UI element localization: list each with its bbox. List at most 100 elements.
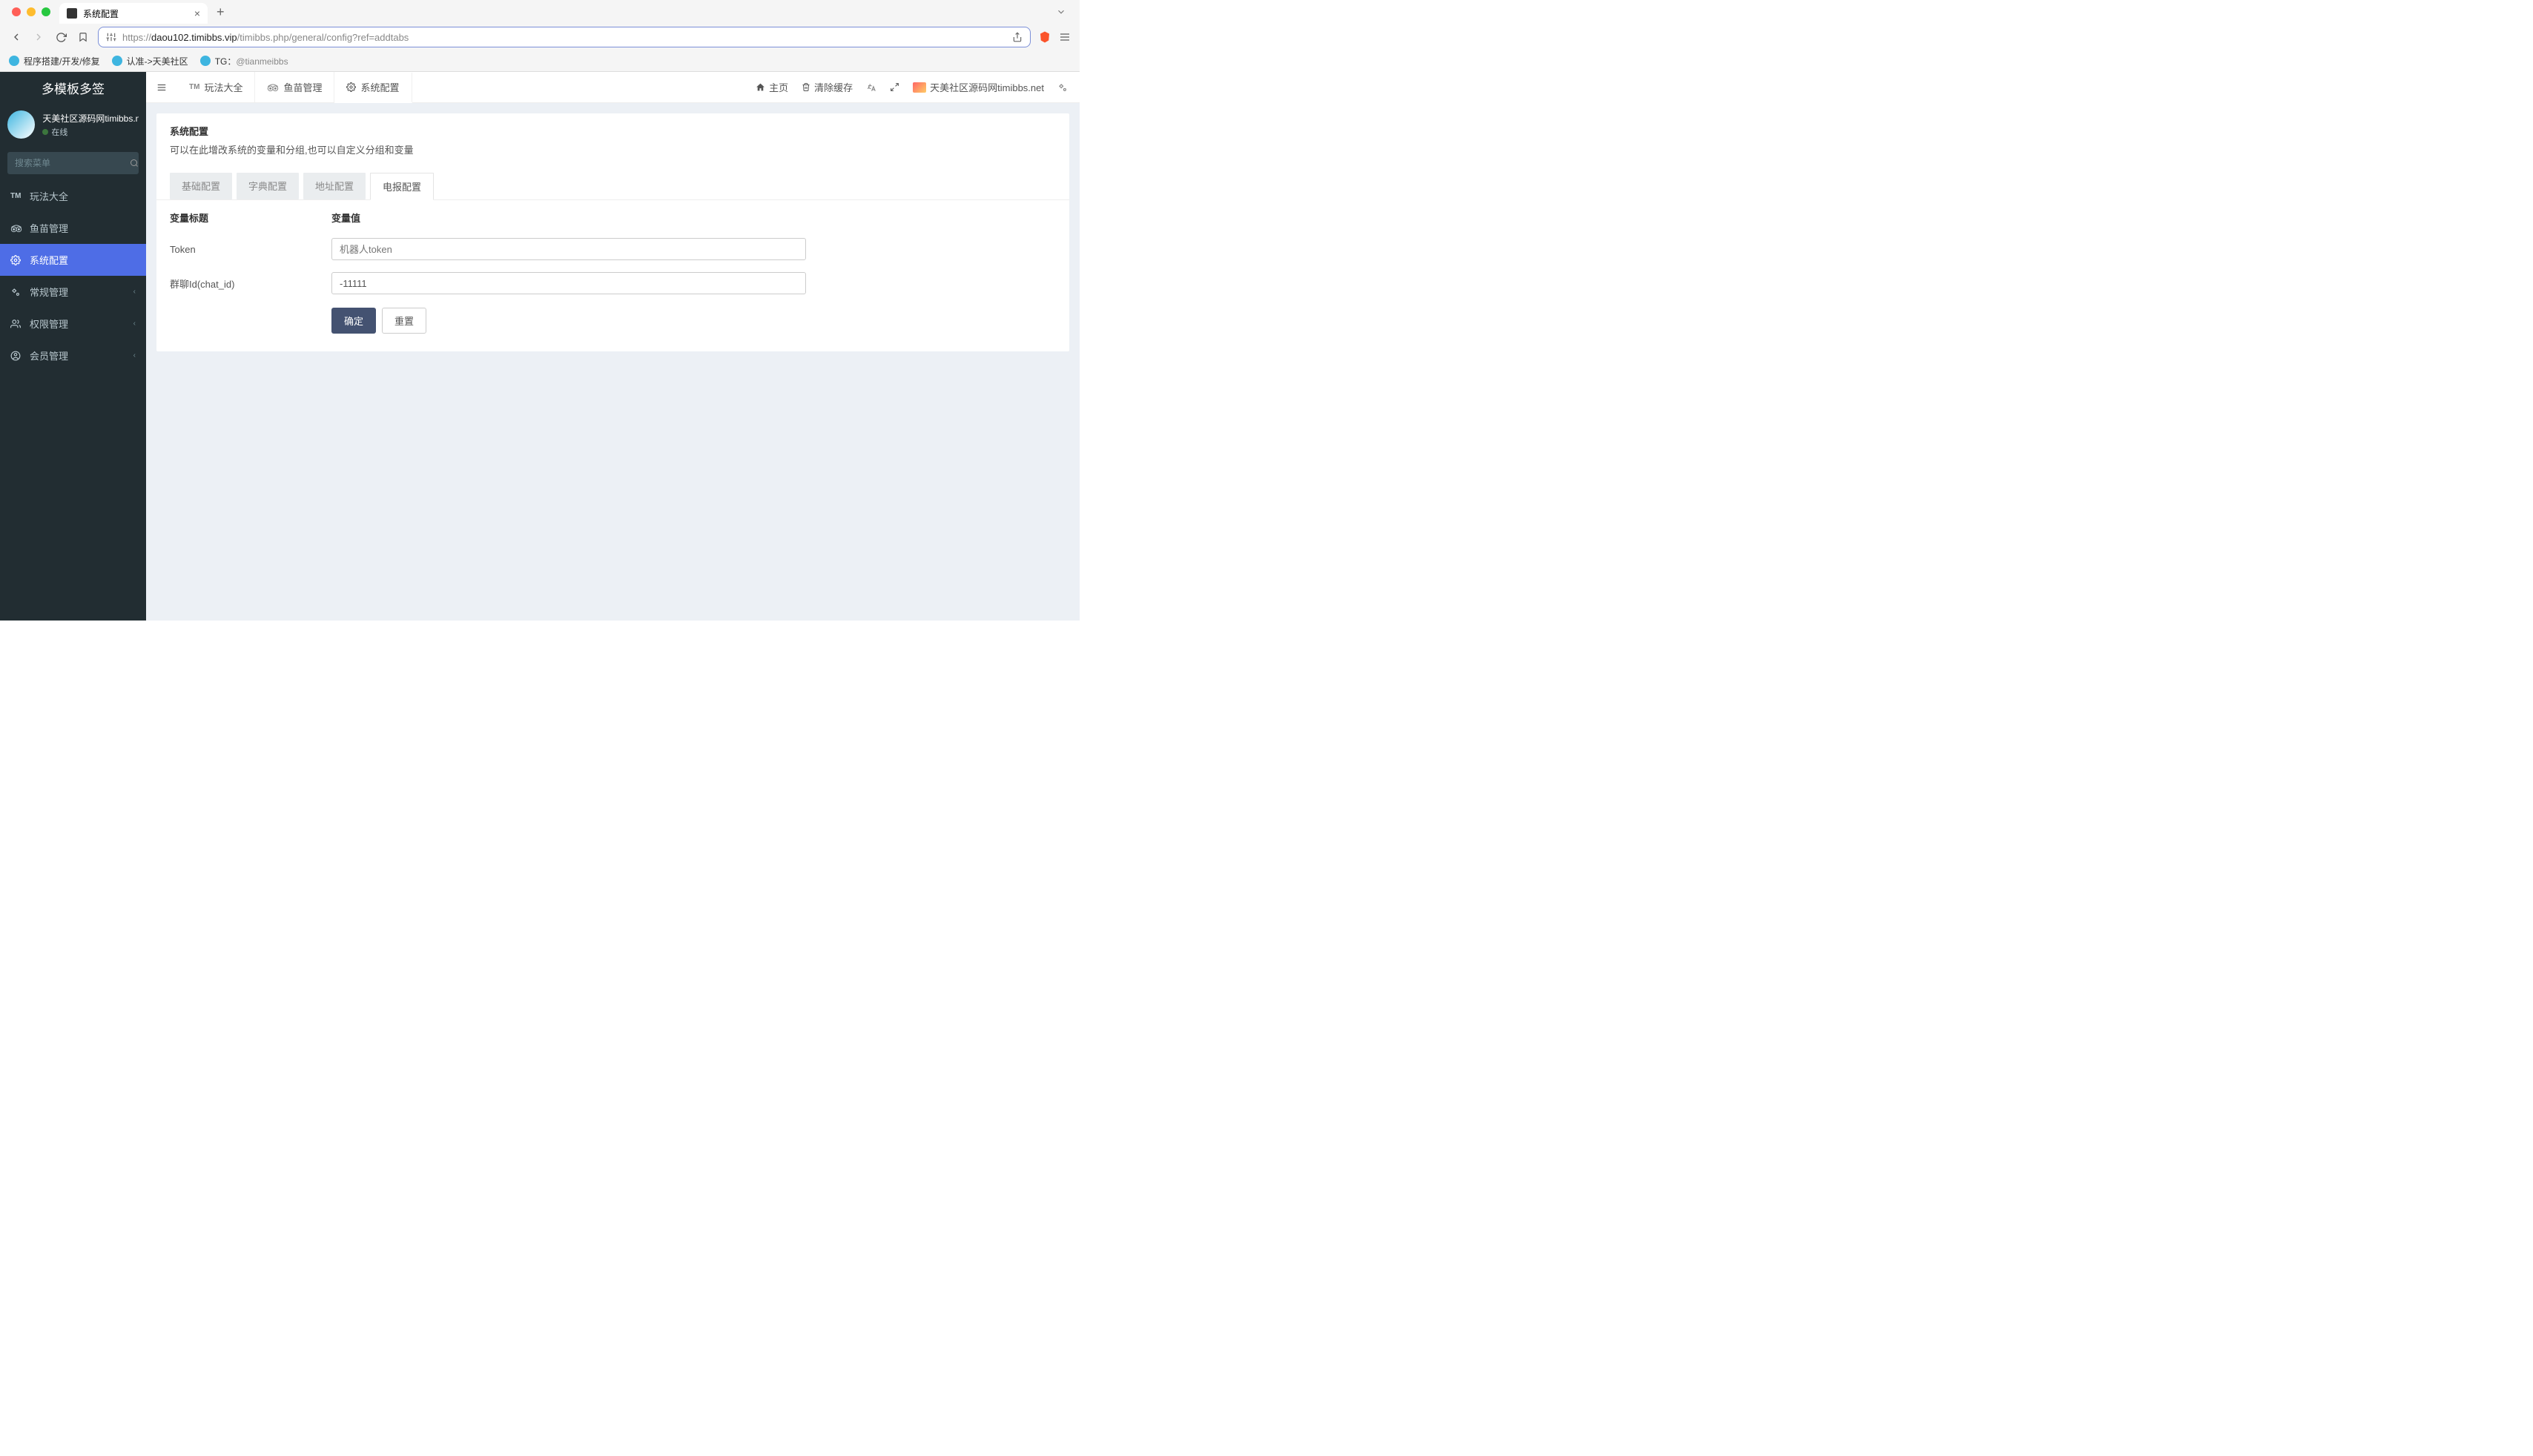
top-tab-gameplay[interactable]: TM 玩法大全: [177, 72, 255, 102]
sidebar-item-gameplay[interactable]: TM 玩法大全: [0, 180, 146, 212]
user-panel: 天美社区源码网timibbs.n 在线: [0, 103, 146, 146]
user-avatar[interactable]: [7, 110, 35, 139]
close-tab-button[interactable]: ×: [194, 7, 200, 19]
window-controls: [6, 7, 56, 16]
sidebar-item-system-config[interactable]: 系统配置: [0, 244, 146, 276]
home-label: 主页: [769, 80, 788, 94]
brave-shield-icon[interactable]: [1038, 30, 1051, 44]
site-settings-icon[interactable]: [106, 32, 116, 42]
user-status-text: 在线: [51, 126, 67, 138]
top-tab-fry[interactable]: 鱼苗管理: [255, 72, 334, 102]
users-icon: [10, 319, 24, 329]
sidebar-menu: TM 玩法大全 鱼苗管理 系统配置 常规管理 ‹: [0, 180, 146, 371]
top-nav-right: 主页 清除缓存 天美社区源码网timibbs.net: [744, 80, 1080, 94]
forward-button[interactable]: [31, 31, 46, 43]
panel-header: 系统配置 可以在此增改系统的变量和分组,也可以自定义分组和变量: [156, 113, 1069, 164]
bookmark-label: TG：@tianmeibbs: [215, 55, 288, 67]
bookmark-item[interactable]: 认准->天美社区: [112, 55, 188, 67]
sidebar-item-label: 权限管理: [30, 317, 68, 331]
sidebar-item-general[interactable]: 常规管理 ‹: [0, 276, 146, 308]
sidebar-item-fry[interactable]: 鱼苗管理: [0, 212, 146, 244]
browser-tab[interactable]: 系统配置 ×: [59, 3, 208, 24]
browser-menu-button[interactable]: [1059, 31, 1071, 43]
minimize-window-button[interactable]: [27, 7, 36, 16]
header-variable-title: 变量标题: [170, 211, 331, 225]
submit-button[interactable]: 确定: [331, 308, 376, 334]
form-area: 变量标题 变量值 Token 群聊Id(chat_id) 确定 重置: [156, 199, 1069, 351]
nav-bar: https://daou102.timibbs.vip/timibbs.php/…: [0, 24, 1080, 50]
sidebar-item-label: 常规管理: [30, 285, 68, 299]
top-nav-left: TM 玩法大全 鱼苗管理 系统配置: [146, 72, 412, 102]
tm-icon: TM: [10, 192, 24, 200]
search-icon[interactable]: [130, 159, 139, 168]
maximize-window-button[interactable]: [42, 7, 50, 16]
bookmark-item[interactable]: 程序搭建/开发/修复: [9, 55, 100, 67]
close-window-button[interactable]: [12, 7, 21, 16]
home-link[interactable]: 主页: [756, 80, 788, 94]
chatid-label: 群聊Id(chat_id): [170, 277, 331, 291]
settings-button[interactable]: [1057, 82, 1068, 93]
site-logo-icon: [913, 82, 926, 93]
bookmark-item[interactable]: TG：@tianmeibbs: [200, 55, 288, 67]
share-icon[interactable]: [1012, 32, 1023, 42]
language-button[interactable]: [866, 82, 876, 93]
tab-basic[interactable]: 基础配置: [170, 173, 232, 199]
bookmarks-bar: 程序搭建/开发/修复 认准->天美社区 TG：@tianmeibbs: [0, 50, 1080, 71]
top-tab-label: 玩法大全: [204, 80, 242, 94]
search-input[interactable]: [15, 158, 130, 168]
bookmark-favicon: [200, 56, 211, 66]
tab-bar: 系统配置 × +: [0, 0, 1080, 24]
reload-button[interactable]: [53, 32, 68, 43]
bookmark-button[interactable]: [76, 32, 90, 42]
clear-cache-label: 清除缓存: [814, 80, 853, 94]
form-row-chatid: 群聊Id(chat_id): [170, 266, 1056, 300]
status-dot-icon: [42, 129, 48, 135]
tab-favicon: [67, 8, 77, 19]
brand[interactable]: 多模板多签: [0, 72, 146, 103]
tripadvisor-icon: [267, 83, 279, 92]
header-variable-value: 变量值: [331, 211, 360, 225]
gears-icon: [10, 287, 24, 297]
new-tab-button[interactable]: +: [211, 4, 231, 20]
chevron-left-icon: ‹: [133, 320, 136, 328]
clear-cache-link[interactable]: 清除缓存: [802, 80, 853, 94]
back-button[interactable]: [9, 31, 24, 43]
gear-icon: [10, 255, 24, 265]
bookmark-label: 认准->天美社区: [127, 55, 188, 67]
panel-title: 系统配置: [170, 124, 1056, 138]
reset-button[interactable]: 重置: [382, 308, 426, 334]
tm-icon: TM: [189, 83, 199, 91]
url-bar[interactable]: https://daou102.timibbs.vip/timibbs.php/…: [98, 27, 1031, 47]
bookmark-label: 程序搭建/开发/修复: [24, 55, 100, 67]
tab-telegram[interactable]: 电报配置: [370, 173, 434, 200]
tab-address[interactable]: 地址配置: [303, 173, 366, 199]
tab-title: 系统配置: [83, 7, 119, 20]
content: 系统配置 可以在此增改系统的变量和分组,也可以自定义分组和变量 基础配置 字典配…: [146, 103, 1080, 362]
form-header: 变量标题 变量值: [170, 211, 1056, 232]
sidebar-item-auth[interactable]: 权限管理 ‹: [0, 308, 146, 340]
sidebar-item-label: 会员管理: [30, 348, 68, 363]
sidebar-item-member[interactable]: 会员管理 ‹: [0, 340, 146, 371]
token-label: Token: [170, 244, 331, 255]
tripadvisor-icon: [10, 224, 24, 233]
top-nav: TM 玩法大全 鱼苗管理 系统配置: [146, 72, 1080, 103]
panel-desc: 可以在此增改系统的变量和分组,也可以自定义分组和变量: [170, 142, 1056, 156]
tab-bar-chevron[interactable]: [1048, 7, 1074, 17]
top-tab-system-config[interactable]: 系统配置: [334, 73, 412, 103]
chevron-left-icon: ‹: [133, 351, 136, 360]
bookmark-favicon: [9, 56, 19, 66]
tab-dict[interactable]: 字典配置: [237, 173, 299, 199]
user-info: 天美社区源码网timibbs.n 在线: [42, 112, 139, 138]
app: 多模板多签 天美社区源码网timibbs.n 在线 TM 玩法大: [0, 72, 1080, 621]
token-input[interactable]: [331, 238, 806, 260]
chatid-input[interactable]: [331, 272, 806, 294]
config-panel: 系统配置 可以在此增改系统的变量和分组,也可以自定义分组和变量 基础配置 字典配…: [156, 113, 1069, 351]
fullscreen-button[interactable]: [890, 82, 899, 92]
user-status: 在线: [42, 126, 139, 138]
form-actions: 确定 重置: [170, 300, 1056, 334]
url-text: https://daou102.timibbs.vip/timibbs.php/…: [122, 32, 1006, 43]
toggle-sidebar-button[interactable]: [146, 82, 177, 93]
sidebar-item-label: 玩法大全: [30, 189, 68, 203]
sidebar-search: [0, 146, 146, 180]
site-link[interactable]: 天美社区源码网timibbs.net: [913, 80, 1044, 94]
